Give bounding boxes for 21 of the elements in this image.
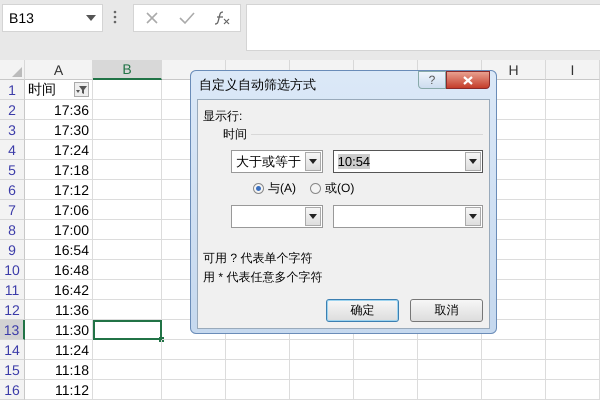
table-cell-text: 时间 [28, 80, 57, 98]
table-cell-text: 11:24 [54, 342, 89, 358]
table-cell-text: 17:06 [52, 202, 89, 218]
table-cell-text: 11:12 [54, 382, 89, 398]
table-cell-text: 17:18 [52, 162, 89, 178]
table-cell-text: 11:36 [54, 302, 89, 318]
table-cell-text: 16:42 [52, 282, 89, 298]
field-label: 时间 [223, 126, 247, 142]
table-cell-text: 17:12 [52, 182, 89, 198]
table-cell-text: 11:18 [54, 362, 89, 378]
table-cell-text: 16:48 [52, 262, 89, 278]
table-cell-text: 11:30 [54, 322, 89, 338]
show-rows-label: 显示行: [203, 108, 244, 124]
hint-text: 用 * 代表任意多个字符 [203, 269, 324, 285]
table-cell-text: 17:36 [52, 102, 89, 118]
dialog-title: 自定义自动筛选方式 [198, 76, 316, 94]
table-cell-text: 16:54 [52, 242, 89, 258]
table-cell-text: 17:24 [52, 142, 89, 158]
table-cell-text: 17:00 [52, 222, 89, 238]
hint-text: 可用 ? 代表单个字符 [203, 250, 314, 266]
table-cell-text: 17:30 [52, 122, 89, 138]
